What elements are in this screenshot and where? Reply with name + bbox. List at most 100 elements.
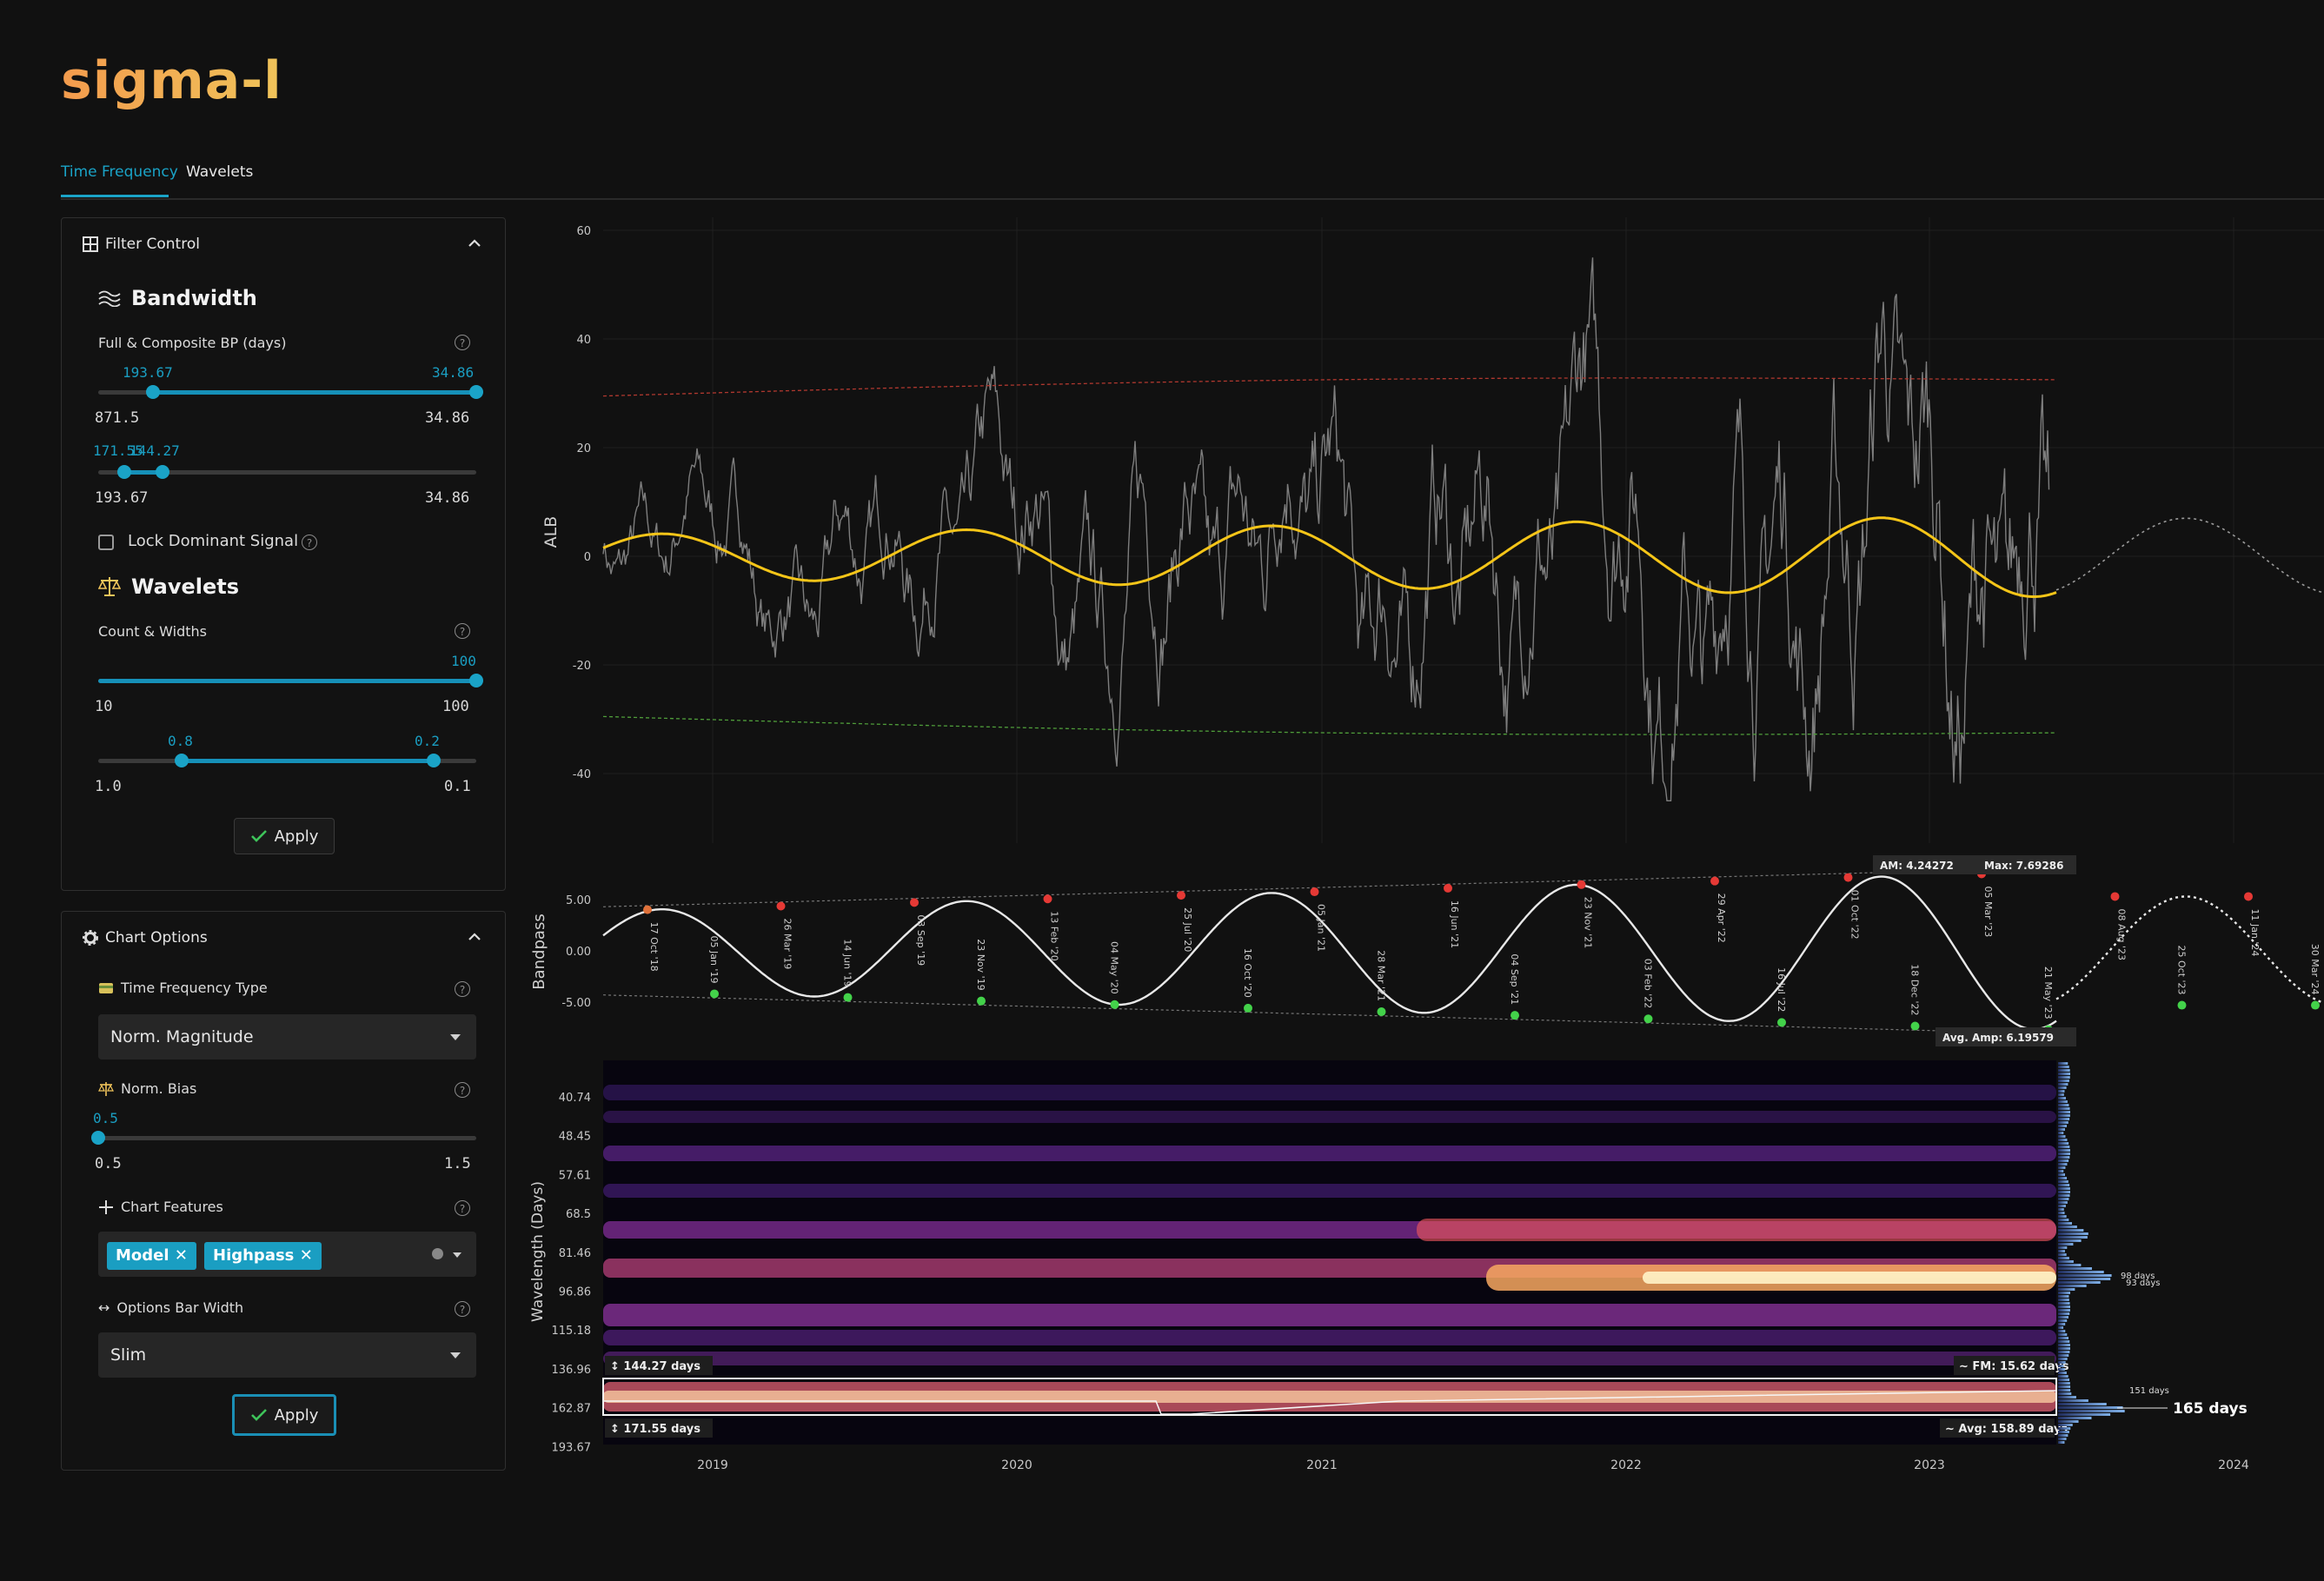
help-icon[interactable]: ?	[455, 1301, 470, 1317]
peak-marker	[910, 898, 919, 907]
norm-bias-label: Norm. Bias	[98, 1080, 196, 1097]
spectrum-bar	[2058, 1312, 2070, 1315]
spectrum-bar	[2058, 1083, 2068, 1086]
spectrum-bar	[2058, 1159, 2069, 1162]
widths-low-handle[interactable]	[175, 754, 189, 767]
help-icon[interactable]: ?	[455, 1200, 470, 1216]
trough-date-label: 05 Jan '19	[708, 935, 720, 983]
bar-width-select[interactable]: Slim	[98, 1332, 476, 1378]
y-tick-label: 136.96	[552, 1364, 592, 1377]
spectrum-bar	[2058, 1389, 2071, 1392]
spectrum-bar	[2058, 1368, 2065, 1371]
help-icon[interactable]: ?	[455, 623, 470, 639]
bp-composite-low-handle[interactable]	[117, 465, 131, 479]
widths-min: 1.0	[95, 778, 122, 795]
tab-time-frequency[interactable]: Time Frequency	[61, 163, 178, 181]
widths-max: 0.1	[444, 778, 471, 795]
y-tick-label: 0.00	[566, 946, 591, 959]
chevron-up-icon[interactable]	[467, 236, 482, 251]
bp-full-slider[interactable]	[98, 385, 483, 399]
bandpass-upper-envelope	[602, 867, 2057, 907]
max-label: Max: 7.69286	[1984, 860, 2063, 872]
spectrum-bar	[2058, 1295, 2069, 1298]
help-icon[interactable]: ?	[455, 335, 470, 350]
bp-full-high-handle[interactable]	[469, 385, 483, 399]
y-tick-label: 193.67	[552, 1441, 592, 1454]
spectrum-bar	[2058, 1260, 2074, 1263]
svg-text:↕ 171.55 days: ↕ 171.55 days	[610, 1423, 701, 1436]
norm-bias-min: 0.5	[95, 1155, 122, 1172]
bandpass-chart[interactable]: 5.00 0.00 -5.00 Bandpass 17 Oct '18 26 Mar …	[530, 855, 2323, 1046]
trough-date-label: 03 Feb '22	[1643, 959, 1654, 1009]
trough-date-label: 21 May '23	[2042, 967, 2054, 1020]
am-annotation: AM: 4.24272	[1873, 855, 1979, 874]
x-tick-label: 2022	[1610, 1458, 1642, 1472]
y-tick-label: 0	[584, 551, 591, 564]
trough-marker	[1511, 1011, 1519, 1020]
peak-marker	[1843, 873, 1853, 882]
wavelet-count-handle[interactable]	[469, 674, 483, 688]
spectrum-bar	[2058, 1305, 2070, 1308]
widths-low-value: 0.8	[168, 733, 193, 749]
peak-marker	[776, 901, 786, 911]
spectrum-bar	[2058, 1361, 2066, 1364]
norm-bias-handle[interactable]	[91, 1131, 105, 1145]
y-tick-label: 40	[576, 334, 591, 347]
wavelet-widths-slider[interactable]	[98, 754, 476, 767]
bandwidth-heading: Bandwidth	[98, 286, 257, 310]
bp-full-low-handle[interactable]	[146, 385, 160, 399]
help-icon[interactable]: ?	[455, 1082, 470, 1098]
lock-dominant-checkbox[interactable]	[98, 535, 114, 550]
spectrum-bar	[2058, 1406, 2123, 1409]
feature-chip-model[interactable]: Model ✕	[107, 1242, 196, 1270]
check-icon	[250, 1409, 267, 1421]
wavelet-heatmap[interactable]: 40.74 48.45 57.61 68.5 81.46 96.86 115.18 136.9…	[530, 1060, 2249, 1472]
spectrum-bar	[2058, 1236, 2088, 1239]
trough-date-label: 18 Dec '22	[1909, 964, 1921, 1015]
widths-high-handle[interactable]	[427, 754, 441, 767]
spectrum-bar	[2058, 1086, 2067, 1089]
wavelet-count-slider[interactable]	[98, 674, 483, 688]
feature-chip-highpass[interactable]: Highpass ✕	[204, 1242, 322, 1270]
norm-bias-slider[interactable]	[91, 1131, 476, 1145]
remove-icon[interactable]: ✕	[175, 1246, 188, 1265]
grid-icon	[83, 236, 98, 252]
y-tick-label: 57.61	[559, 1169, 591, 1182]
trough-marker	[1377, 1007, 1386, 1017]
peak-date-label: 03 Sep '19	[915, 914, 926, 966]
spectrum-bar	[2058, 1156, 2070, 1159]
tf-type-select[interactable]: Norm. Magnitude	[98, 1014, 476, 1060]
y-tick-label: 162.87	[552, 1403, 592, 1416]
spectrum-bar	[2058, 1166, 2066, 1169]
price-chart[interactable]: 60 40 20 0 -20 -40 ALB	[541, 217, 2324, 843]
spectrum-bar	[2058, 1420, 2079, 1423]
chart-features-multiselect[interactable]: Model ✕ Highpass ✕	[98, 1232, 476, 1277]
y-tick-label: 40.74	[559, 1092, 591, 1105]
bp-slider1-low-value: 193.67	[123, 364, 173, 381]
help-icon[interactable]: ?	[455, 981, 470, 997]
heatmap-band	[603, 1146, 2056, 1161]
remove-icon[interactable]: ✕	[300, 1246, 313, 1265]
tab-wavelets[interactable]: Wavelets	[186, 163, 253, 181]
peak-date-label: 23 Nov '21	[1583, 897, 1594, 948]
peak-date-label: 17 Oct '18	[648, 922, 660, 972]
spectrum-bar	[2058, 1118, 2070, 1120]
count-value: 100	[451, 653, 476, 669]
peak-date-label: 26 Mar '19	[782, 918, 793, 969]
filter-control-header[interactable]: Filter Control	[83, 236, 200, 253]
am-label: AM: 4.24272	[1880, 860, 1954, 872]
clear-icon[interactable]	[432, 1248, 443, 1259]
filter-apply-button[interactable]: Apply	[234, 818, 335, 854]
bp-slider1-max: 34.86	[425, 409, 470, 427]
spectrum-bar	[2058, 1177, 2068, 1179]
bp-composite-high-handle[interactable]	[156, 465, 169, 479]
chart-options-header[interactable]: Chart Options	[83, 929, 208, 947]
help-icon[interactable]: ?	[302, 535, 317, 550]
chevron-down-icon[interactable]	[453, 1252, 461, 1258]
chevron-up-icon[interactable]	[467, 929, 482, 945]
spectrum-bar	[2058, 1424, 2073, 1426]
spectrum-bar	[2058, 1208, 2064, 1211]
bp-composite-slider[interactable]	[98, 465, 476, 479]
chart-options-apply-button[interactable]: Apply	[232, 1394, 336, 1436]
trough-date-label: 25 Oct '23	[2176, 946, 2188, 995]
